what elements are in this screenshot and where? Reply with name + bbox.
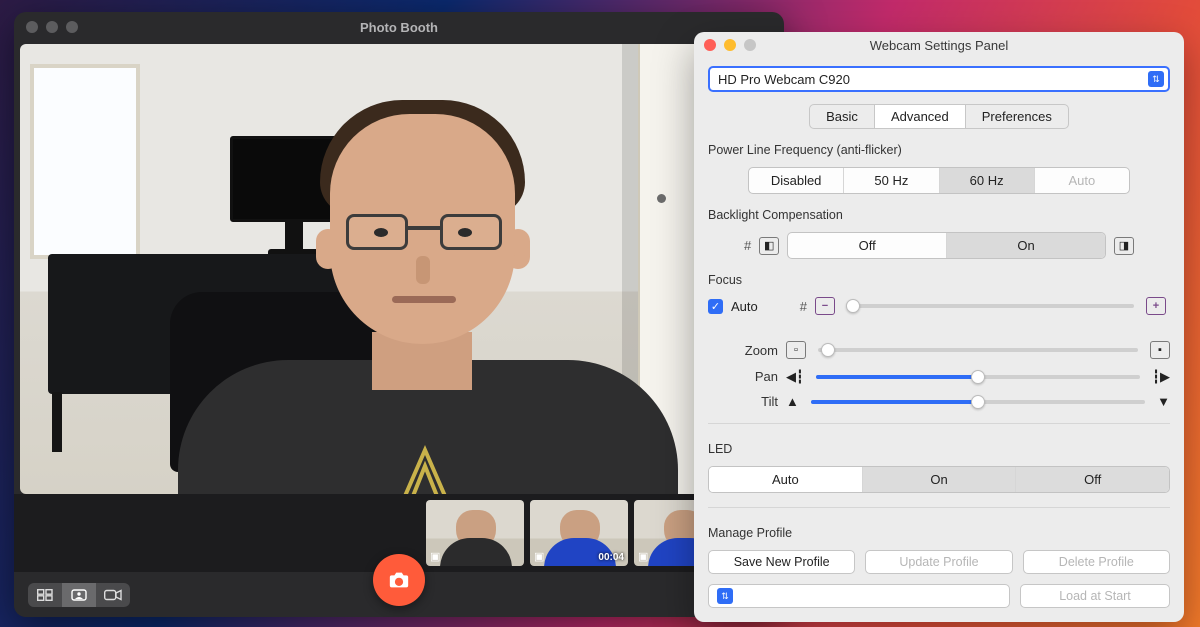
pan-label: Pan: [708, 369, 778, 384]
thumbnail[interactable]: ▣ 00:04: [530, 500, 628, 566]
camera-select[interactable]: HD Pro Webcam C920 ⇅: [708, 66, 1170, 92]
video-icon: ▣: [430, 550, 440, 563]
photo-booth-toolbar: E: [14, 572, 784, 617]
grid-mode-button[interactable]: [28, 583, 62, 607]
zoom-in-icon[interactable]: ▪: [1150, 341, 1170, 359]
zoom-slider[interactable]: [818, 348, 1138, 352]
focus-label: Focus: [708, 273, 1170, 287]
update-profile-button: Update Profile: [865, 550, 1012, 574]
backlight-on[interactable]: On: [946, 233, 1105, 258]
powerline-label: Power Line Frequency (anti-flicker): [708, 143, 1170, 157]
tab-basic[interactable]: Basic: [809, 104, 875, 129]
tilt-up-icon[interactable]: ▲: [786, 395, 799, 408]
focus-auto-label: Auto: [731, 299, 758, 314]
settings-title: Webcam Settings Panel: [694, 38, 1184, 53]
powerline-60hz[interactable]: 60 Hz: [939, 168, 1034, 193]
video-mode-button[interactable]: [96, 583, 130, 607]
profile-select[interactable]: ⇅: [708, 584, 1010, 608]
tilt-label: Tilt: [708, 394, 778, 409]
tab-bar: Basic Advanced Preferences: [708, 104, 1170, 129]
focus-auto-checkbox[interactable]: ✓: [708, 299, 723, 314]
shirt-logo-icon: [370, 444, 480, 494]
delete-profile-button: Delete Profile: [1023, 550, 1170, 574]
divider: [708, 423, 1170, 424]
photo-booth-title: Photo Booth: [14, 20, 784, 35]
pan-right-icon[interactable]: ┇▶: [1152, 370, 1170, 383]
zoom-label: Zoom: [708, 343, 778, 358]
led-on[interactable]: On: [862, 467, 1016, 492]
camera-select-value: HD Pro Webcam C920: [718, 72, 1148, 87]
backlight-off[interactable]: Off: [788, 233, 946, 258]
camera-icon: [388, 569, 410, 591]
led-auto[interactable]: Auto: [709, 467, 862, 492]
single-mode-button[interactable]: [62, 583, 96, 607]
mode-group: [28, 583, 130, 607]
camera-preview: [20, 44, 778, 494]
profile-label: Manage Profile: [708, 526, 1170, 540]
video-icon: ▣: [534, 550, 544, 563]
pan-slider[interactable]: [816, 375, 1140, 379]
focus-slider[interactable]: [847, 304, 1134, 308]
backlight-segmented: Off On: [787, 232, 1106, 259]
backlight-low-icon: ◧: [759, 237, 779, 255]
led-segmented: Auto On Off: [708, 466, 1170, 493]
backlight-label: Backlight Compensation: [708, 208, 1170, 222]
divider: [708, 507, 1170, 508]
glasses-icon: [346, 214, 502, 250]
photo-booth-titlebar[interactable]: Photo Booth: [14, 12, 784, 42]
focus-minus-icon[interactable]: −: [815, 297, 835, 315]
chevron-updown-icon: ⇅: [1148, 71, 1164, 87]
tab-advanced[interactable]: Advanced: [875, 104, 966, 129]
video-icon: ▣: [638, 550, 648, 563]
tab-preferences[interactable]: Preferences: [966, 104, 1069, 129]
pan-left-icon[interactable]: ◀┇: [786, 370, 804, 383]
zoom-out-icon[interactable]: ▫: [786, 341, 806, 359]
settings-titlebar[interactable]: Webcam Settings Panel: [694, 32, 1184, 58]
powerline-50hz[interactable]: 50 Hz: [843, 168, 938, 193]
powerline-segmented: Disabled 50 Hz 60 Hz Auto: [748, 167, 1130, 194]
hash-icon: #: [800, 299, 807, 314]
powerline-auto: Auto: [1034, 168, 1129, 193]
chevron-updown-icon: ⇅: [717, 588, 733, 604]
thumbnail[interactable]: ▣: [426, 500, 524, 566]
hash-icon: #: [744, 238, 751, 253]
shutter-button[interactable]: [373, 554, 425, 606]
backlight-high-icon: ◨: [1114, 237, 1134, 255]
photo-booth-window: Photo Booth ▣ ▣: [14, 12, 784, 617]
led-off[interactable]: Off: [1015, 467, 1169, 492]
tilt-slider[interactable]: [811, 400, 1145, 404]
tilt-down-icon[interactable]: ▼: [1157, 395, 1170, 408]
led-label: LED: [708, 442, 1170, 456]
load-at-start-button: Load at Start: [1020, 584, 1170, 608]
save-profile-button[interactable]: Save New Profile: [708, 550, 855, 574]
powerline-disabled[interactable]: Disabled: [749, 168, 843, 193]
webcam-settings-window: Webcam Settings Panel HD Pro Webcam C920…: [694, 32, 1184, 622]
room-window: [30, 64, 140, 259]
focus-plus-icon[interactable]: +: [1146, 297, 1166, 315]
